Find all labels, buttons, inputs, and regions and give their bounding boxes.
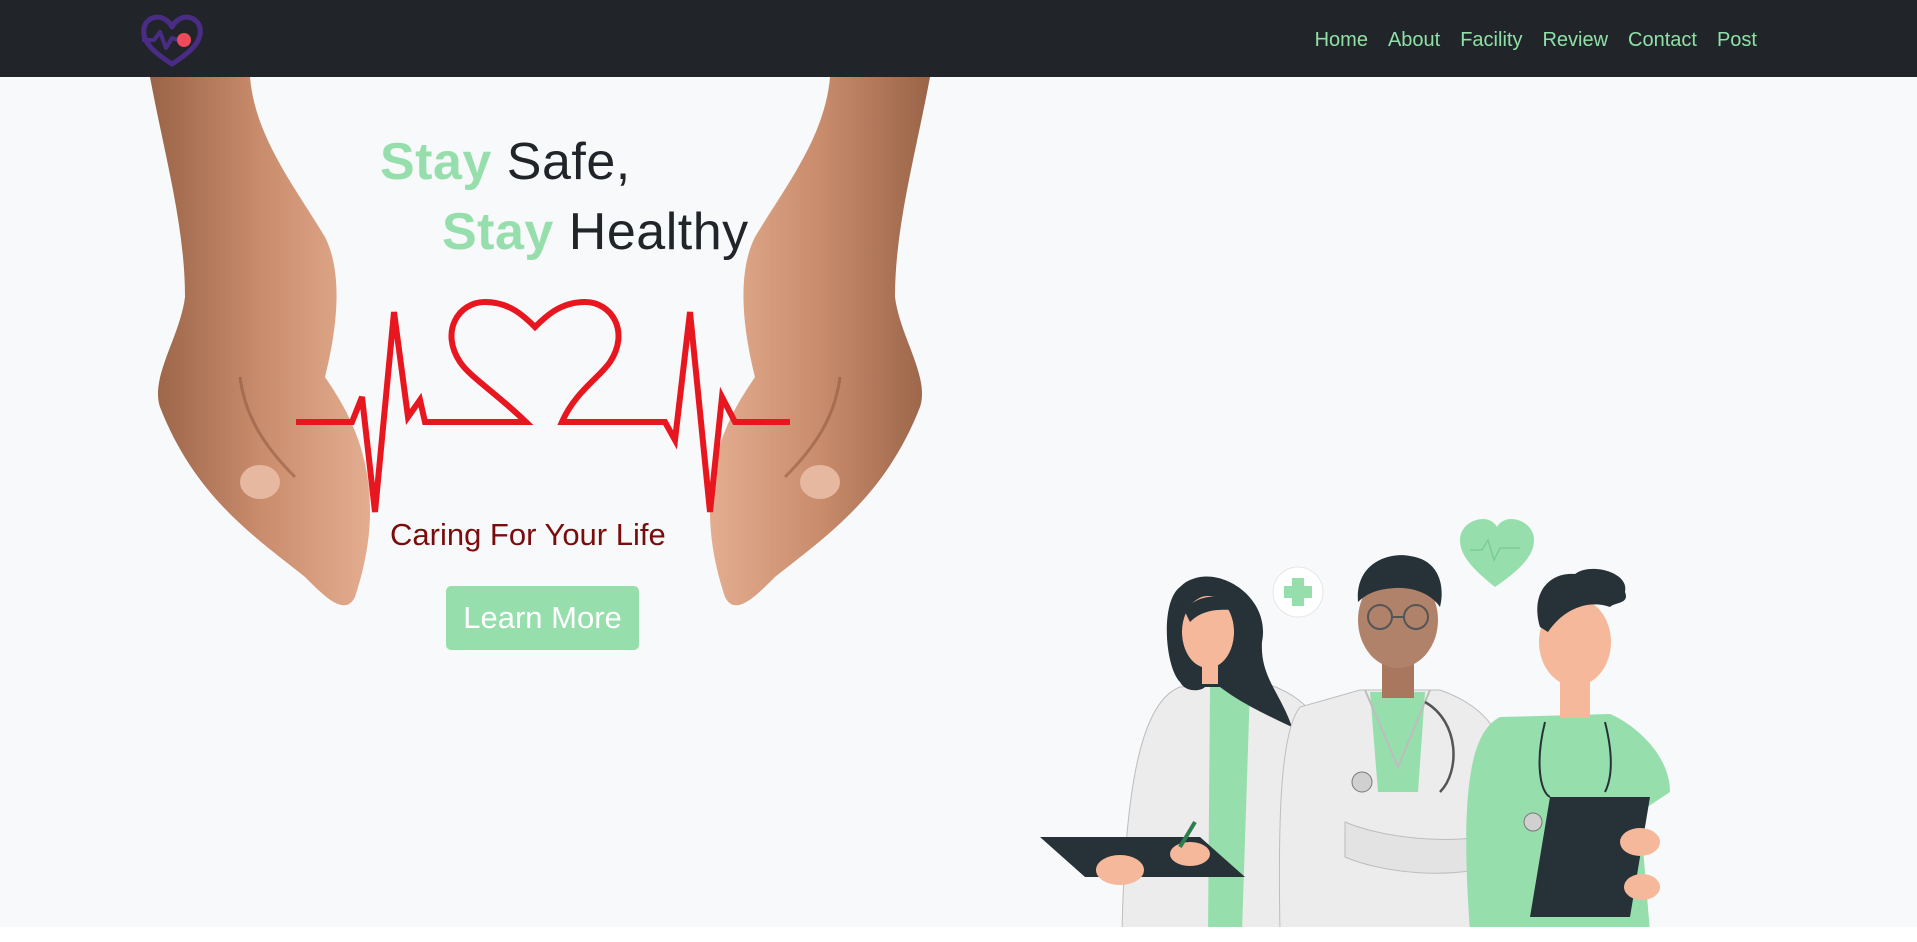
nav-link-facility[interactable]: Facility xyxy=(1450,26,1532,54)
nav-links: Home About Facility Review Contact Post xyxy=(1305,26,1767,54)
nav-link-about[interactable]: About xyxy=(1378,26,1450,54)
headline-text-1: Safe, xyxy=(506,133,631,191)
learn-more-button[interactable]: Learn More xyxy=(446,586,639,650)
headline-text-2: Healthy xyxy=(568,203,749,261)
hero-section: Stay Safe, Stay Healthy Caring For Your … xyxy=(0,77,1917,927)
headline-line-2: Stay Healthy xyxy=(442,202,749,262)
tagline: Caring For Your Life xyxy=(390,517,666,552)
headline-accent-2: Stay xyxy=(442,203,554,261)
nav-link-review[interactable]: Review xyxy=(1532,26,1618,54)
nav-link-home[interactable]: Home xyxy=(1305,26,1378,54)
headline-accent-1: Stay xyxy=(380,133,492,191)
nav-link-contact[interactable]: Contact xyxy=(1618,26,1707,54)
doctors-illustration xyxy=(1040,519,1670,927)
nav-link-post[interactable]: Post xyxy=(1707,26,1767,54)
heartbeat-heart-icon xyxy=(296,298,790,513)
heart-pulse-icon[interactable] xyxy=(138,10,206,70)
top-navbar: Home About Facility Review Contact Post xyxy=(0,0,1917,77)
headline-line-1: Stay Safe, xyxy=(380,132,631,192)
